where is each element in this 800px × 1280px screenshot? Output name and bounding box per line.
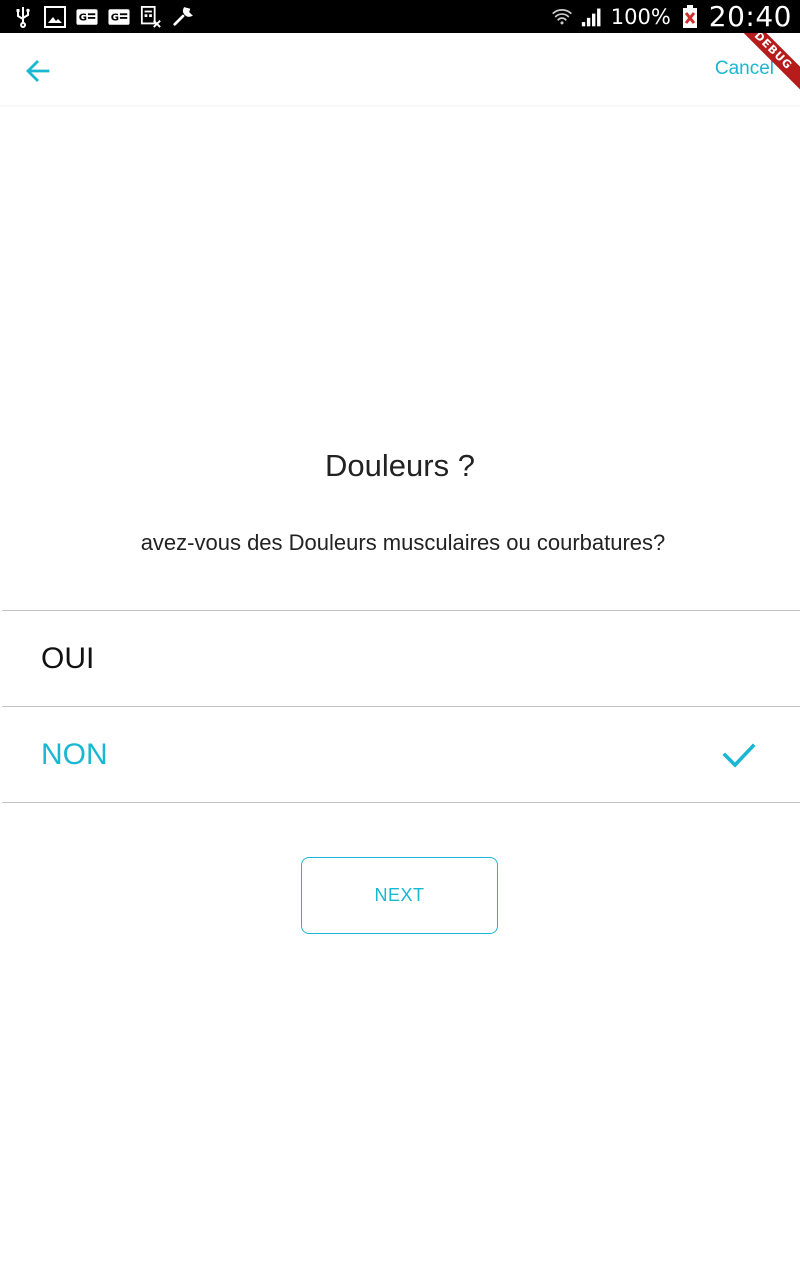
arrow-left-icon [26,60,50,82]
battery-percent: 100% [610,4,671,29]
gmail-icon: G [108,6,130,28]
option-non[interactable]: NON [2,706,800,803]
clock: 20:40 [708,0,792,33]
image-icon [44,5,66,28]
question-title: Douleurs ? [325,448,475,483]
battery-icon [679,4,701,28]
question-text: avez-vous des Douleurs musculaires ou co… [140,530,666,555]
gmail-icon: G [76,6,98,28]
option-oui[interactable]: OUI [2,610,800,706]
option-label: OUI [41,641,95,675]
wifi-icon [551,6,573,28]
status-bar-left: G G [12,5,194,28]
wrench-icon [172,6,194,28]
check-icon [722,743,756,768]
calc-icon [140,5,162,28]
app-bar: Cancel [0,33,800,105]
answer-list: OUI NON [2,610,800,803]
signal-icon [581,6,603,28]
svg-text:G: G [79,12,87,23]
svg-text:G: G [111,12,119,23]
status-bar: G G 100% 20:40 [0,0,800,33]
usb-icon [12,6,34,28]
next-button[interactable]: NEXT [301,857,498,934]
cancel-button[interactable]: Cancel [715,58,774,80]
back-button[interactable] [18,51,58,91]
status-bar-right: 100% 20:40 [551,0,792,33]
option-label: NON [41,737,108,771]
